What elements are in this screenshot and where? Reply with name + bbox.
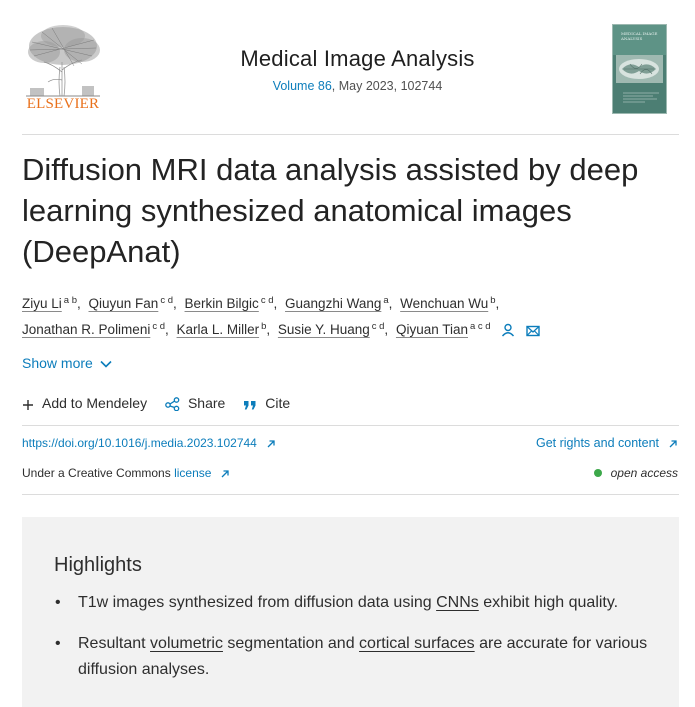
issue-info: , May 2023, 102744 [331, 79, 443, 93]
cover-brain-image [616, 55, 663, 83]
doi-text: https://doi.org/10.1016/j.media.2023.102… [22, 436, 257, 450]
author-line-1: Ziyu Li a b, Qiuyun Fan c d, Berkin Bilgic… [22, 288, 503, 317]
author-item[interactable]: Wenchuan Wu b, [400, 295, 503, 311]
author-line-2: Jonathan R. Polimeni c d, Karla L. Miller… [22, 314, 540, 343]
author-name[interactable]: Wenchuan Wu [400, 296, 488, 311]
header-divider [22, 134, 679, 135]
author-item[interactable]: Guangzhi Wang a, [285, 295, 396, 311]
highlight-text: segmentation and [222, 635, 360, 652]
author-name[interactable]: Susie Y. Huang [278, 322, 370, 337]
license-row: Under a Creative Commons license [22, 466, 230, 480]
envelope-icon[interactable] [526, 325, 540, 337]
publisher-name: ELSEVIER [26, 96, 100, 112]
bullet-icon: • [55, 635, 61, 652]
highlight-item: • T1w images synthesized from diffusion … [54, 590, 654, 616]
add-to-mendeley-label: Add to Mendeley [42, 395, 148, 411]
article-actions: Add to Mendeley Share Cite [22, 395, 304, 412]
highlight-text: T1w images synthesized from diffusion da… [78, 594, 437, 611]
author-item[interactable]: Jonathan R. Polimeni c d, [22, 321, 173, 337]
license-prefix: Under a Creative Commons [22, 466, 175, 480]
bullet-icon: • [55, 594, 61, 611]
cite-button[interactable]: Cite [243, 395, 290, 411]
chevron-down-icon [100, 360, 112, 368]
highlight-item: • Resultant volumetric segmentation and … [54, 631, 654, 683]
author-name[interactable]: Karla L. Miller [177, 322, 260, 337]
share-button[interactable]: Share [165, 395, 226, 412]
open-access-label: open access [610, 466, 678, 480]
external-link-icon [669, 440, 677, 448]
author-affiliation: c d [160, 295, 173, 306]
term-link-volumetric[interactable]: volumetric [150, 635, 223, 652]
author-name[interactable]: Ziyu Li [22, 296, 62, 311]
author-name[interactable]: Qiyuan Tian [396, 322, 468, 337]
add-to-mendeley-button[interactable]: Add to Mendeley [22, 395, 147, 411]
highlights-title: Highlights [54, 554, 142, 576]
highlights-list: • T1w images synthesized from diffusion … [54, 590, 654, 698]
author-affiliation: a b [63, 295, 77, 306]
journal-meta: Volume 86, May 2023, 102744 [120, 79, 595, 93]
author-affiliation: c d [260, 295, 274, 306]
doi-link[interactable]: https://doi.org/10.1016/j.media.2023.102… [22, 436, 276, 450]
author-name[interactable]: Guangzhi Wang [285, 296, 381, 311]
actions-divider [22, 425, 679, 426]
author-name[interactable]: Berkin Bilgic [185, 296, 259, 311]
person-icon[interactable] [501, 323, 515, 337]
term-link-cortical-surfaces[interactable]: cortical surfaces [359, 635, 475, 652]
external-link-icon [267, 440, 275, 448]
author-name[interactable]: Qiuyun Fan [89, 296, 159, 311]
rights-text: Get rights and content [536, 436, 659, 450]
tree-icon [26, 25, 100, 97]
author-item[interactable]: Ziyu Li a b, [22, 295, 85, 311]
show-more-button[interactable]: Show more [22, 355, 113, 371]
author-affiliation: a c d [470, 321, 491, 332]
author-name[interactable]: Jonathan R. Polimeni [22, 322, 150, 337]
share-icon [165, 397, 180, 412]
plus-icon [23, 400, 33, 410]
highlight-text: Resultant [78, 635, 151, 652]
cite-label: Cite [265, 395, 291, 411]
external-link-icon [221, 470, 230, 478]
quote-icon [244, 401, 256, 410]
open-access-dot-icon [593, 469, 602, 477]
article-title: Diffusion MRI data analysis assisted by … [22, 152, 639, 269]
author-item[interactable]: Qiyuan Tian a c d [396, 321, 491, 337]
author-item[interactable]: Susie Y. Huang c d, [278, 321, 392, 337]
highlight-text: exhibit high quality. [478, 594, 619, 611]
journal-title-link[interactable]: Medical Image Analysis [120, 46, 595, 72]
author-item[interactable]: Karla L. Miller b, [177, 321, 275, 337]
author-affiliation: c d [371, 321, 385, 332]
highlights-section: Highlights • T1w images synthesized from… [22, 517, 679, 707]
term-link-cnns[interactable]: CNNs [436, 594, 479, 611]
links-divider [22, 494, 679, 495]
share-label: Share [187, 395, 226, 411]
show-more-label: Show more [22, 355, 93, 371]
license-link[interactable]: license [174, 466, 211, 480]
author-affiliation: b [490, 295, 496, 306]
author-affiliation: c d [152, 321, 166, 332]
rights-link[interactable]: Get rights and content [536, 436, 678, 450]
journal-cover-image[interactable]: MEDICAL IMAGE ANALYSIS [612, 24, 667, 114]
cover-text-lines [623, 92, 659, 103]
journal-info: Medical Image Analysis Volume 86, May 20… [120, 46, 595, 93]
cover-title: MEDICAL IMAGE ANALYSIS [621, 31, 658, 41]
journal-header: ELSEVIER Medical Image Analysis Volume 8… [0, 0, 695, 134]
author-item[interactable]: Berkin Bilgic c d, [185, 295, 282, 311]
volume-link[interactable]: Volume 86 [273, 79, 332, 93]
open-access-badge: open access [593, 466, 678, 480]
author-affiliation: a [383, 295, 389, 306]
author-item[interactable]: Qiuyun Fan c d, [89, 295, 181, 311]
